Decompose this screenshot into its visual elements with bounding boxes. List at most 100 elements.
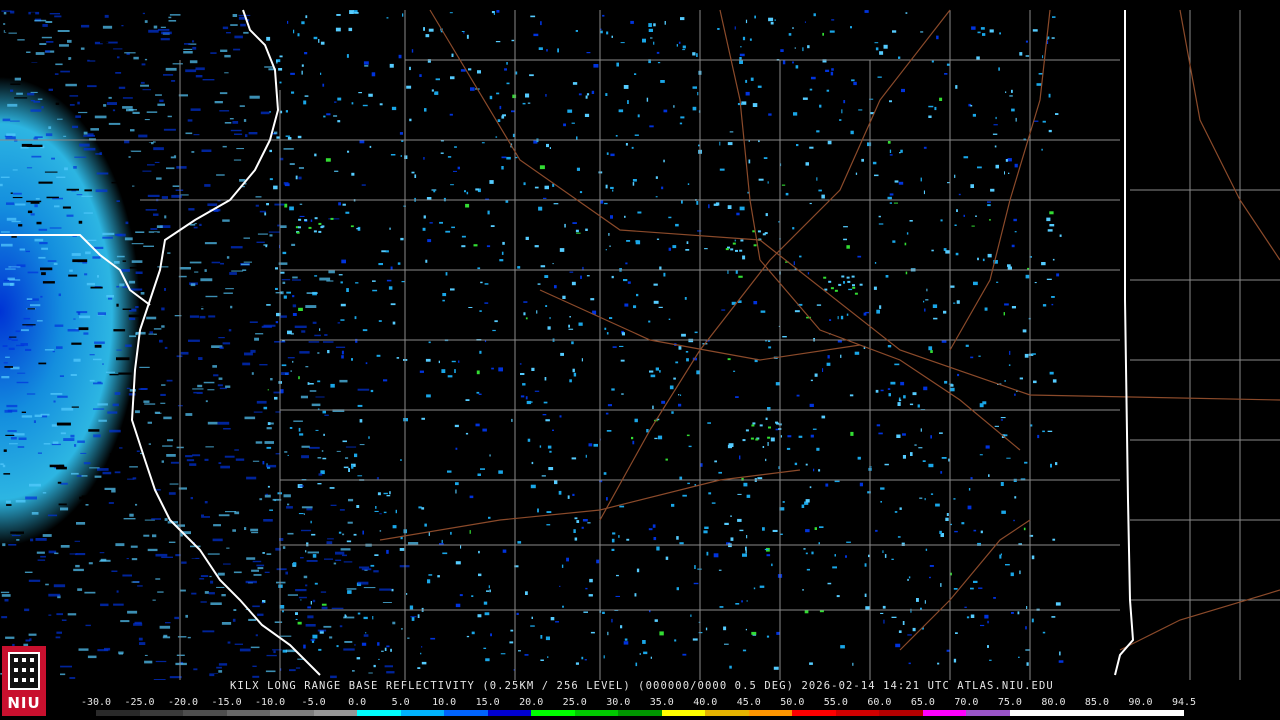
echo-pixel bbox=[372, 289, 378, 292]
echo-pixel bbox=[719, 606, 724, 608]
echo-pixel bbox=[816, 304, 822, 306]
echo-pixel bbox=[623, 641, 629, 645]
echo-pixel bbox=[620, 625, 623, 629]
clutter-streak bbox=[185, 132, 193, 135]
echo-pixel bbox=[616, 62, 619, 67]
clutter-streak bbox=[179, 267, 191, 270]
echo-pixel bbox=[930, 493, 934, 495]
echo-pixel bbox=[523, 301, 528, 303]
scale-swatch bbox=[183, 710, 227, 716]
clutter-streak bbox=[41, 36, 52, 39]
clutter-streak bbox=[255, 196, 262, 198]
clutter-streak bbox=[122, 286, 128, 288]
echo-pixel bbox=[300, 599, 302, 601]
clutter-streak bbox=[333, 562, 337, 565]
scale-swatch bbox=[444, 710, 488, 716]
echo-pixel bbox=[554, 285, 557, 289]
echo-pixel bbox=[711, 502, 716, 504]
echo-pixel bbox=[289, 427, 293, 429]
echo-pixel bbox=[972, 113, 976, 117]
echo-pixel bbox=[978, 587, 983, 589]
echo-pixel bbox=[303, 513, 305, 515]
echo-pixel bbox=[534, 186, 539, 189]
echo-pixel bbox=[665, 458, 668, 461]
clutter-gap bbox=[97, 47, 114, 51]
echo-pixel bbox=[372, 616, 374, 620]
clutter-streak bbox=[129, 317, 136, 321]
clutter-streak bbox=[103, 104, 107, 107]
clutter-streak bbox=[60, 507, 69, 511]
echo-pixel bbox=[631, 146, 634, 149]
echo-pixel bbox=[1000, 482, 1004, 486]
echo-pixel bbox=[571, 341, 574, 345]
clutter-streak bbox=[216, 586, 225, 588]
clutter-streak bbox=[232, 529, 236, 532]
echo-pixel bbox=[809, 486, 812, 489]
clutter-streak bbox=[41, 106, 44, 109]
echo-pixel bbox=[684, 297, 687, 300]
echo-pixel bbox=[546, 511, 552, 513]
clutter-gap bbox=[139, 28, 143, 31]
clutter-streak bbox=[159, 625, 171, 629]
echo-pixel bbox=[537, 508, 539, 513]
clutter-streak bbox=[17, 39, 25, 41]
clutter-streak bbox=[330, 504, 337, 506]
echo-pixel bbox=[675, 361, 679, 364]
echo-pixel bbox=[746, 535, 748, 539]
echo-pixel bbox=[541, 475, 546, 477]
echo-pixel bbox=[320, 41, 325, 45]
echo-pixel bbox=[696, 53, 698, 57]
echo-pixel bbox=[619, 505, 625, 508]
echo-pixel bbox=[624, 638, 628, 641]
clutter-streak bbox=[143, 400, 150, 403]
echo-pixel bbox=[501, 166, 504, 170]
echo-pixel bbox=[999, 32, 1001, 35]
echo-pixel bbox=[1005, 159, 1008, 162]
echo-pixel bbox=[534, 390, 540, 392]
echo-pixel bbox=[370, 564, 375, 567]
clutter-streak bbox=[228, 329, 232, 332]
clutter-streak bbox=[204, 591, 209, 594]
clutter-streak bbox=[188, 339, 200, 342]
echo-pixel bbox=[940, 471, 943, 474]
echo-pixel bbox=[992, 133, 998, 135]
echo-pixel bbox=[1000, 553, 1002, 556]
clutter-streak bbox=[229, 118, 234, 120]
echo-pixel bbox=[396, 357, 400, 359]
clutter-streak bbox=[300, 395, 308, 399]
clutter-gap bbox=[4, 29, 11, 33]
echo-pixel bbox=[928, 105, 934, 108]
echo-pixel bbox=[615, 135, 618, 137]
echo-pixel bbox=[980, 624, 985, 627]
echo-pixel bbox=[340, 303, 346, 307]
echo-pixel bbox=[896, 434, 901, 438]
echo-pixel bbox=[291, 91, 295, 94]
clutter-streak bbox=[160, 26, 166, 28]
echo-pixel bbox=[781, 184, 786, 186]
scale-swatch bbox=[357, 710, 401, 716]
echo-pixel bbox=[787, 435, 792, 438]
product-title: KILX LONG RANGE BASE REFLECTIVITY (0.25K… bbox=[230, 680, 1054, 692]
clutter-streak bbox=[8, 337, 12, 340]
echo-pixel bbox=[1010, 572, 1014, 577]
echo-pixel bbox=[571, 457, 577, 460]
clutter-streak bbox=[60, 665, 72, 668]
echo-pixel bbox=[624, 303, 629, 307]
echo-cell bbox=[755, 438, 759, 441]
clutter-streak bbox=[30, 100, 35, 102]
clutter-streak bbox=[207, 553, 220, 555]
clutter-streak bbox=[171, 80, 176, 82]
echo-pixel bbox=[323, 433, 325, 436]
echo-pixel bbox=[527, 102, 531, 104]
echo-pixel bbox=[471, 631, 475, 635]
echo-cell bbox=[846, 276, 850, 279]
echo-pixel bbox=[477, 473, 481, 476]
scale-label: 15.0 bbox=[475, 697, 500, 708]
clutter-streak bbox=[95, 153, 101, 155]
echo-pixel bbox=[1014, 496, 1017, 499]
echo-pixel bbox=[381, 650, 384, 652]
echo-pixel bbox=[401, 628, 403, 630]
echo-pixel bbox=[956, 209, 958, 212]
echo-pixel bbox=[953, 588, 958, 590]
clutter-streak bbox=[2, 118, 11, 122]
